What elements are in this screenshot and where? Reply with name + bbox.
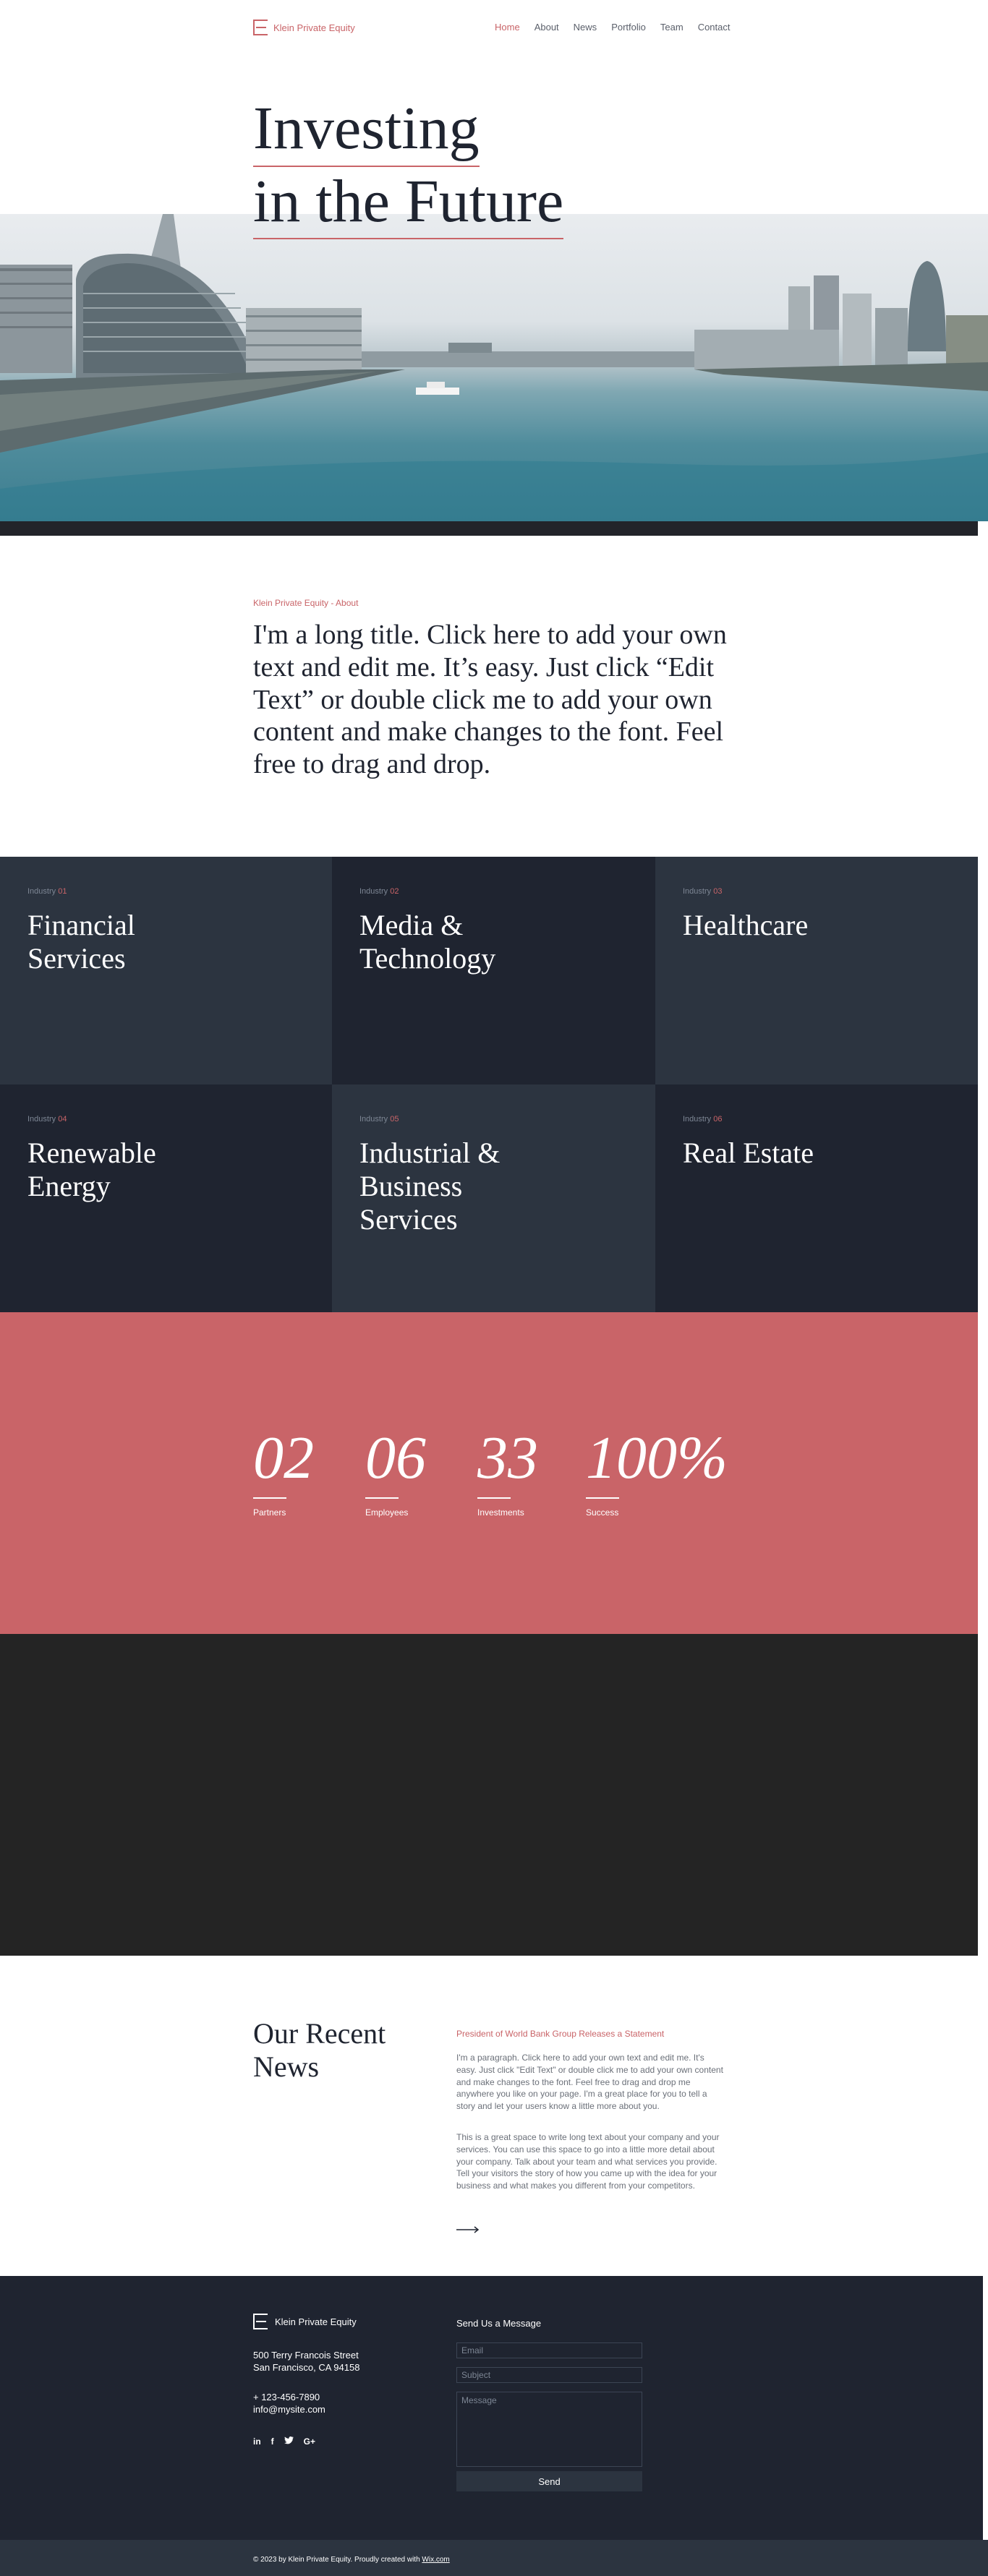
main-nav: Home About News Portfolio Team Contact <box>495 22 731 33</box>
industries-grid: Industry 01 Financial Services Industry … <box>0 857 978 1312</box>
cityscape-illustration <box>0 214 988 521</box>
industry-tag: Industry 01 <box>27 887 67 896</box>
arrow-right-icon[interactable] <box>456 2225 480 2234</box>
stat-value: 02 <box>253 1424 314 1492</box>
hero-title: Investing in the Future <box>253 94 564 240</box>
industry-card[interactable]: Industry 03 Healthcare <box>655 857 978 1084</box>
news-paragraph: I'm a paragraph. Click here to add your … <box>456 2053 723 2112</box>
stats-section: 02 Partners 06 Employees 33 Investments … <box>0 1312 978 1634</box>
subject-field[interactable] <box>456 2367 642 2383</box>
logo[interactable]: Klein Private Equity <box>253 20 355 35</box>
google-plus-icon[interactable]: G+ <box>304 2436 315 2447</box>
nav-news[interactable]: News <box>574 22 597 33</box>
copyright-text: © 2023 by Klein Private Equity. Proudly … <box>253 2556 450 2564</box>
email-field[interactable] <box>456 2342 642 2358</box>
industry-name: Media & Technology <box>359 909 496 975</box>
footer-logo-text: Klein Private Equity <box>275 2316 357 2327</box>
stat-value: 06 <box>365 1424 426 1492</box>
linkedin-icon[interactable]: in <box>253 2436 261 2447</box>
stat-investments: 33 Investments <box>477 1428 538 1518</box>
about-label: Klein Private Equity - About <box>253 598 359 608</box>
industry-card[interactable]: Industry 04 Renewable Energy <box>0 1084 332 1312</box>
news-section-title: Our Recent News <box>253 2017 386 2083</box>
nav-home[interactable]: Home <box>495 22 520 33</box>
industry-tag: Industry 05 <box>359 1115 399 1124</box>
stat-success: 100% Success <box>586 1428 728 1518</box>
logo-text: Klein Private Equity <box>273 22 355 33</box>
nav-about[interactable]: About <box>535 22 559 33</box>
stat-label: Success <box>586 1507 619 1518</box>
nav-team[interactable]: Team <box>660 22 683 33</box>
footer-phone: + 123-456-7890 <box>253 2392 320 2402</box>
hero-title-line1: Investing <box>253 94 480 167</box>
facebook-icon[interactable]: f <box>271 2436 274 2447</box>
industry-card[interactable]: Industry 05 Industrial & Business Servic… <box>332 1084 655 1312</box>
industry-name: Renewable Energy <box>27 1137 156 1202</box>
dark-strip <box>0 1634 978 1956</box>
social-links: in f G+ <box>253 2436 315 2447</box>
industry-name: Real Estate <box>683 1137 814 1169</box>
hero-cityscape-image <box>0 214 988 521</box>
contact-form-title: Send Us a Message <box>456 2318 542 2329</box>
industry-tag: Industry 03 <box>683 887 723 896</box>
industry-tag: Industry 02 <box>359 887 399 896</box>
footer-contact: + 123-456-7890 info@mysite.com <box>253 2392 325 2416</box>
industry-name: Financial Services <box>27 909 135 975</box>
site-footer: Klein Private Equity 500 Terry Francois … <box>0 2276 983 2540</box>
stat-divider <box>586 1497 619 1499</box>
industry-card[interactable]: Industry 02 Media & Technology <box>332 857 655 1084</box>
logo-icon <box>253 20 268 35</box>
industry-tag: Industry 04 <box>27 1115 67 1124</box>
stat-label: Employees <box>365 1507 409 1518</box>
industry-card[interactable]: Industry 06 Real Estate <box>655 1084 978 1312</box>
stat-divider <box>477 1497 511 1499</box>
hero-bottom-band <box>0 521 978 536</box>
hero-title-line2: in the Future <box>253 167 564 240</box>
stat-value: 100% <box>586 1424 728 1492</box>
nav-contact[interactable]: Contact <box>698 22 731 33</box>
footer-address: 500 Terry Francois Street San Francisco, … <box>253 2350 360 2373</box>
stat-employees: 06 Employees <box>365 1428 426 1518</box>
industry-name: Healthcare <box>683 909 809 941</box>
industry-name: Industrial & Business Services <box>359 1137 501 1236</box>
stat-value: 33 <box>477 1424 538 1492</box>
industry-tag: Industry 06 <box>683 1115 723 1124</box>
wix-link[interactable]: Wix.com <box>422 2556 449 2564</box>
stat-partners: 02 Partners <box>253 1428 314 1518</box>
send-button[interactable]: Send <box>456 2471 642 2491</box>
stat-label: Partners <box>253 1507 286 1518</box>
site-header: Klein Private Equity Home About News Por… <box>0 0 988 58</box>
stat-divider <box>253 1497 286 1499</box>
news-headline[interactable]: President of World Bank Group Releases a… <box>456 2029 664 2039</box>
message-field[interactable] <box>456 2392 642 2467</box>
footer-logo[interactable]: Klein Private Equity <box>253 2314 357 2329</box>
industry-card[interactable]: Industry 01 Financial Services <box>0 857 332 1084</box>
about-title[interactable]: I'm a long title. Click here to add your… <box>253 619 759 781</box>
twitter-icon[interactable] <box>284 2436 294 2447</box>
news-paragraph: This is a great space to write long text… <box>456 2132 720 2191</box>
nav-portfolio[interactable]: Portfolio <box>611 22 646 33</box>
footer-email[interactable]: info@mysite.com <box>253 2404 325 2415</box>
copyright-bar: © 2023 by Klein Private Equity. Proudly … <box>0 2540 988 2576</box>
stat-divider <box>365 1497 399 1499</box>
logo-icon <box>253 2314 268 2329</box>
stat-label: Investments <box>477 1507 524 1518</box>
